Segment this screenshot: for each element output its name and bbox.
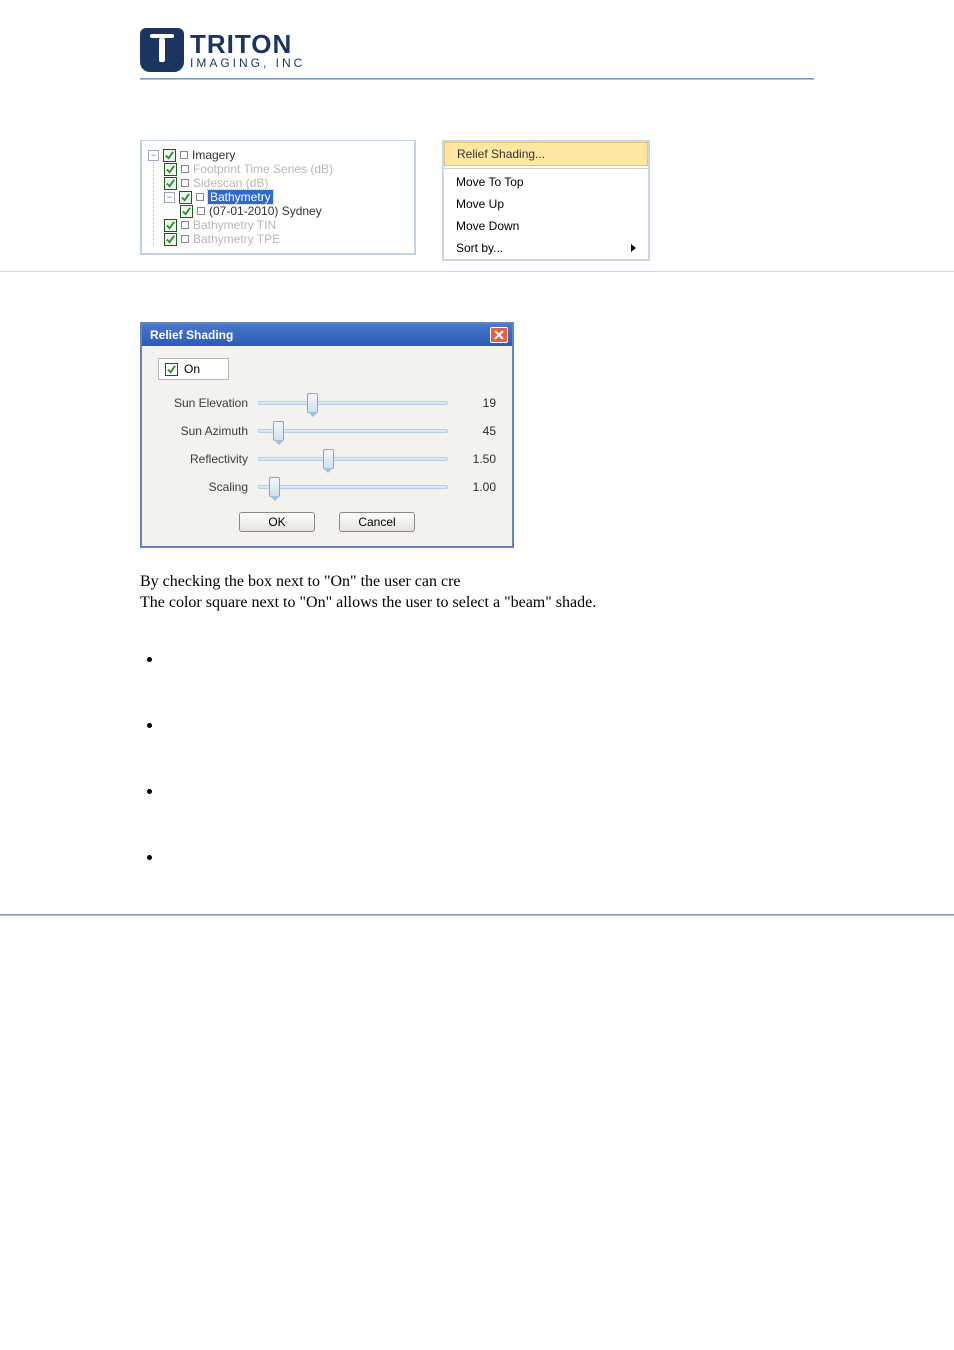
on-label: On — [184, 362, 200, 376]
list-item — [164, 650, 814, 670]
ok-button[interactable]: OK — [239, 512, 315, 532]
slider-reflectivity: Reflectivity 1.50 — [158, 450, 496, 468]
logo-mark — [140, 28, 184, 72]
menu-label: Relief Shading... — [457, 147, 545, 161]
header-divider — [140, 78, 814, 80]
tree-label: Footprint Time Series (dB) — [193, 162, 333, 176]
tree-node-imagery[interactable]: − Imagery — [148, 148, 410, 162]
layer-swatch — [181, 221, 189, 229]
context-menu: Relief Shading... Move To Top Move Up Mo… — [442, 140, 650, 261]
slider-track[interactable] — [258, 422, 448, 440]
slider-label: Sun Azimuth — [158, 424, 248, 438]
tree-label: Sidescan (dB) — [193, 176, 268, 190]
slider-label: Sun Elevation — [158, 396, 248, 410]
menu-separator — [444, 168, 648, 169]
slider-track[interactable] — [258, 450, 448, 468]
tree-node-sydney[interactable]: (07-01-2010) Sydney — [180, 204, 410, 218]
slider-track[interactable] — [258, 394, 448, 412]
checkbox-icon[interactable] — [164, 233, 177, 246]
dialog-title: Relief Shading — [150, 328, 233, 342]
menu-item-relief-shading[interactable]: Relief Shading... — [444, 142, 648, 166]
tree-label: Bathymetry TIN — [193, 218, 276, 232]
slider-label: Reflectivity — [158, 452, 248, 466]
logo-subtitle: IMAGING, INC — [190, 57, 305, 69]
checkbox-icon[interactable] — [165, 363, 178, 376]
footer-divider — [0, 914, 954, 916]
bullet-list — [140, 650, 814, 868]
tree-node-footprint[interactable]: Footprint Time Series (dB) — [164, 162, 410, 176]
paragraph-line: The color square next to "On" allows the… — [140, 593, 814, 614]
cancel-button[interactable]: Cancel — [339, 512, 415, 532]
checkbox-icon[interactable] — [179, 191, 192, 204]
slider-value: 45 — [458, 424, 496, 438]
tree-label: Bathymetry TPE — [193, 232, 280, 246]
slider-sun-elevation: Sun Elevation 19 — [158, 394, 496, 412]
tree-label-selected: Bathymetry — [208, 190, 273, 204]
menu-label: Move To Top — [456, 175, 524, 189]
section-divider — [0, 271, 954, 272]
slider-value: 1.00 — [458, 480, 496, 494]
layer-swatch — [181, 235, 189, 243]
layer-swatch — [196, 193, 204, 201]
checkbox-icon[interactable] — [180, 205, 193, 218]
checkbox-icon[interactable] — [164, 163, 177, 176]
layer-tree: − Imagery Footprint Tim — [140, 140, 416, 255]
list-item — [164, 782, 814, 802]
tree-node-tpe[interactable]: Bathymetry TPE — [164, 232, 410, 246]
list-item — [164, 716, 814, 736]
on-toggle[interactable]: On — [158, 358, 229, 380]
checkbox-icon[interactable] — [164, 177, 177, 190]
menu-label: Sort by... — [456, 241, 503, 255]
expand-icon[interactable]: − — [164, 192, 175, 203]
expand-icon[interactable]: − — [148, 150, 159, 161]
checkbox-icon[interactable] — [164, 219, 177, 232]
menu-item-sort-by[interactable]: Sort by... — [444, 237, 648, 259]
slider-scaling: Scaling 1.00 — [158, 478, 496, 496]
menu-label: Move Up — [456, 197, 504, 211]
slider-value: 19 — [458, 396, 496, 410]
checkbox-icon[interactable] — [163, 149, 176, 162]
submenu-arrow-icon — [631, 244, 636, 252]
slider-sun-azimuth: Sun Azimuth 45 — [158, 422, 496, 440]
tree-node-bathymetry[interactable]: − Bathymetry — [164, 190, 410, 204]
layer-swatch — [181, 165, 189, 173]
dialog-titlebar[interactable]: Relief Shading — [142, 324, 512, 346]
paragraph-line: By checking the box next to "On" the use… — [140, 572, 814, 593]
slider-value: 1.50 — [458, 452, 496, 466]
menu-item-move-to-top[interactable]: Move To Top — [444, 171, 648, 193]
menu-item-move-down[interactable]: Move Down — [444, 215, 648, 237]
brand-logo: TRITON IMAGING, INC — [140, 28, 814, 72]
slider-label: Scaling — [158, 480, 248, 494]
layer-swatch — [197, 207, 205, 215]
tree-label: Imagery — [192, 148, 235, 162]
menu-item-move-up[interactable]: Move Up — [444, 193, 648, 215]
menu-label: Move Down — [456, 219, 519, 233]
relief-shading-dialog: Relief Shading On Sun Elevation — [140, 322, 514, 548]
layer-swatch — [180, 151, 188, 159]
layer-swatch — [181, 179, 189, 187]
logo-word: TRITON — [190, 31, 305, 57]
slider-track[interactable] — [258, 478, 448, 496]
body-text: By checking the box next to "On" the use… — [140, 572, 814, 614]
tree-node-sidescan[interactable]: Sidescan (dB) — [164, 176, 410, 190]
tree-node-tin[interactable]: Bathymetry TIN — [164, 218, 410, 232]
tree-label: (07-01-2010) Sydney — [209, 204, 322, 218]
figure-tree-and-menu: − Imagery Footprint Tim — [140, 140, 814, 261]
close-button[interactable] — [490, 327, 508, 343]
list-item — [164, 848, 814, 868]
close-icon — [494, 330, 504, 340]
